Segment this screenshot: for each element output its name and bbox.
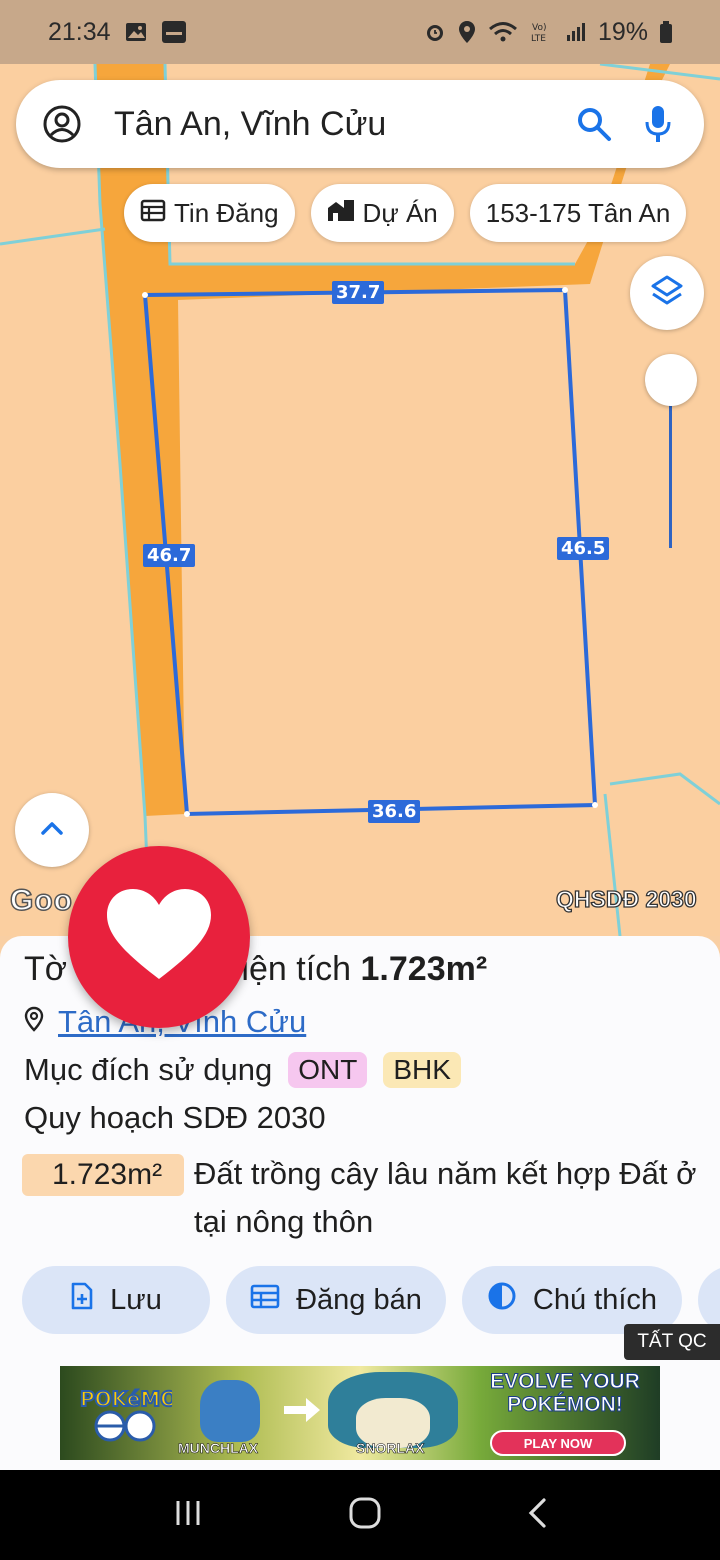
planning-area-row: 1.723m² Đất trồng cây lâu năm kết hợp Đấ…: [22, 1154, 720, 1246]
snorlax-image: [328, 1372, 458, 1448]
status-time: 21:34: [48, 17, 111, 46]
add-file-icon: [70, 1282, 94, 1318]
chip-label: Tin Đăng: [174, 197, 279, 228]
svg-text:Vo): Vo): [532, 23, 546, 33]
calendar-icon: [140, 198, 166, 229]
ad-from-label: MUNCHLAX: [178, 1440, 259, 1457]
recent-apps-icon[interactable]: [172, 1497, 204, 1534]
expand-sheet-button[interactable]: [15, 793, 89, 867]
legend-label: Chú thích: [532, 1283, 658, 1316]
post-sale-label: Đăng bán: [296, 1283, 422, 1316]
parcel-info-sheet[interactable]: Tờ5, Diện tích 1.723m² Tân An, Vĩnh Cửu …: [0, 936, 720, 1470]
save-button[interactable]: Lưu: [22, 1266, 210, 1334]
pay-icon: [161, 20, 187, 44]
search-bar[interactable]: Tân An, Vĩnh Cửu: [16, 80, 704, 168]
save-label: Lưu: [110, 1283, 162, 1316]
back-icon[interactable]: [526, 1497, 548, 1534]
ad-play-button[interactable]: PLAY NOW: [490, 1430, 626, 1456]
dimension-left: 46.7: [143, 544, 196, 567]
planning-layer-label: QHSDĐ 2030: [555, 885, 697, 912]
ad-to-label: SNORLAX: [356, 1440, 425, 1457]
dimension-top: 37.7: [332, 281, 385, 304]
ad-headline: EVOLVE YOUR POKÉMON!: [490, 1370, 641, 1417]
buildings-icon: [327, 198, 355, 229]
chip-tin-dang[interactable]: Tin Đăng: [124, 184, 295, 242]
alarm-icon: [424, 21, 446, 43]
pin-icon: [24, 1004, 44, 1040]
wifi-icon: [488, 21, 518, 43]
location-icon: [458, 20, 476, 44]
status-bar: 21:34 Vo) LTE 19%: [0, 0, 720, 64]
chip-address[interactable]: 153-175 Tân An: [469, 184, 687, 242]
contrast-icon: [487, 1281, 517, 1319]
pokemon-go-logo: POKéMON: [76, 1380, 195, 1446]
purpose-tag-bhk: BHK: [383, 1052, 461, 1088]
land-use-purpose: Mục đích sử dụng ONT BHK: [24, 1052, 461, 1088]
dimension-bottom: 36.6: [368, 800, 421, 823]
planning-description: Đất trồng cây lâu năm kết hợp Đất ở tại …: [194, 1156, 697, 1239]
road: [95, 64, 670, 816]
microphone-icon[interactable]: [636, 102, 680, 146]
chip-label: Dự Án: [362, 197, 438, 228]
battery-percent: 19%: [597, 17, 648, 46]
munchlax-image: [200, 1380, 260, 1442]
post-sale-button[interactable]: Đăng bán: [226, 1266, 446, 1334]
chevron-up-icon: [40, 820, 64, 841]
layers-icon: [650, 274, 684, 313]
title-prefix: Tờ: [24, 950, 68, 988]
opacity-slider-handle[interactable]: [645, 354, 697, 406]
boundary-line: [609, 772, 720, 806]
parcel-outline: [142, 287, 598, 817]
planning-label: Quy hoạch SDĐ 2030: [24, 1100, 326, 1135]
layers-button[interactable]: [630, 256, 704, 330]
heart-icon: [105, 887, 213, 988]
system-nav-bar: [0, 1470, 720, 1560]
purpose-label: Mục đích sử dụng: [24, 1052, 273, 1087]
arrow-right-icon: [282, 1396, 322, 1429]
gallery-icon: [125, 21, 147, 43]
planning-area-badge: 1.723m²: [22, 1154, 184, 1196]
volte-icon: Vo) LTE: [530, 20, 554, 44]
parcel-area: 1.723m²: [360, 950, 488, 988]
hide-ads-button[interactable]: TẤT QC: [624, 1324, 720, 1360]
account-icon[interactable]: [40, 102, 84, 146]
calendar-icon: [250, 1283, 280, 1317]
boundary-line: [0, 227, 106, 246]
google-logo: Goo: [9, 883, 73, 918]
purpose-tag-ont: ONT: [288, 1052, 368, 1088]
svg-text:LTE: LTE: [531, 34, 546, 44]
battery-icon: [660, 21, 672, 43]
search-icon[interactable]: [572, 102, 616, 146]
boundary-line: [603, 793, 622, 936]
filter-chips: Tin Đăng Dự Án 153-175 Tân An: [124, 184, 687, 242]
svg-text:POKéMON: POKéMON: [80, 1387, 172, 1411]
signal-icon: [566, 22, 586, 42]
home-icon[interactable]: [348, 1496, 382, 1535]
dimension-right: 46.5: [557, 537, 610, 560]
chip-label: 153-175 Tân An: [485, 197, 671, 228]
ad-banner[interactable]: POKéMON MUNCHLAX SNORLAX EVOLVE YOUR POK…: [60, 1366, 660, 1460]
chip-du-an[interactable]: Dự Án: [310, 184, 454, 242]
heart-reaction: [68, 846, 250, 1028]
action-buttons: Lưu Đăng bán Chú thích: [22, 1266, 720, 1334]
search-input[interactable]: Tân An, Vĩnh Cửu: [114, 105, 572, 144]
